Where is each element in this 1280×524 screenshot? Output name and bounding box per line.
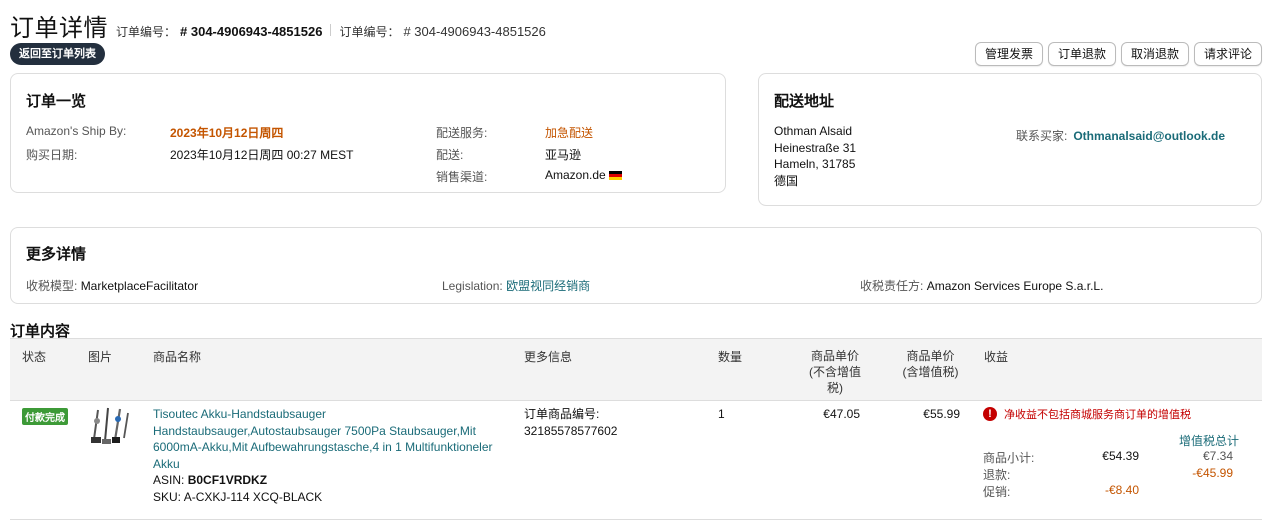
col-product-name: 商品名称 [153,350,202,364]
col-quantity: 数量 [718,350,743,364]
sku: SKU: A-CXKJ-114 XCQ-BLACK [153,489,503,506]
order-actions: 管理发票 订单退款 取消退款 请求评论 [974,42,1262,66]
asin-value: B0CF1VRDKZ [187,473,268,487]
more-info-cell: 订单商品编号: 32185578577602 [524,406,617,439]
tax-party-label: 收税责任方: [860,279,924,293]
col-unit-price-ex-vat: 商品单价 (不含增值 税) [800,348,870,396]
promotion-label: 促销: [983,485,1011,499]
sku-value: A-CXKJ-114 XCQ-BLACK [183,489,323,504]
refund-vat: -€45.99 [1192,466,1233,480]
cancel-refund-button[interactable]: 取消退款 [1120,42,1189,66]
address-block: Othman Alsaid Heinestraße 31 Hameln, 317… [774,123,856,189]
col-revenue: 收益 [984,350,1009,364]
asin-label: ASIN: [153,473,185,487]
more-details-card: 更多详情 收税模型: MarketplaceFacilitator Legisl… [10,227,1262,304]
tax-model-label: 收税模型: [26,279,78,293]
sales-channel-label: 销售渠道: [436,170,488,184]
back-to-order-list-button[interactable]: 返回至订单列表 [10,43,105,65]
more-details-title: 更多详情 [26,246,87,263]
col-status: 状态 [22,350,47,364]
unit-price-ex-vat-value: €47.05 [823,407,860,421]
order-summary-title: 订单一览 [26,93,87,110]
address-city: Hameln, 31785 [774,157,856,171]
fulfillment-label: 配送: [436,148,464,162]
shipping-address-card: 配送地址 Othman Alsaid Heinestraße 31 Hameln… [758,73,1262,206]
recipient-name: Othman Alsaid [774,124,853,138]
ship-by-value: 2023年10月12日周四 [170,126,284,140]
subtotal-vat: €7.34 [1202,449,1233,463]
product-name-link[interactable]: Tisoutec Akku-Handstaubsauger Handstaubs… [153,406,503,472]
order-id-secondary: # 304-4906943-4851526 [403,24,546,39]
shipping-service-label: 配送服务: [436,126,488,140]
asin: ASIN: B0CF1VRDKZ [153,472,503,489]
quantity-value: 1 [718,407,725,421]
page-title: 订单详情 [10,15,108,42]
refund-label: 退款: [983,468,1011,482]
purchase-date-label: 购买日期: [26,148,78,162]
order-contents-table: 状态 图片 商品名称 更多信息 数量 商品单价 (不含增值 税) 商品单价 (含… [10,338,1262,520]
revenue-warning: ! 净收益不包括商城服务商订单的增值税 [983,406,1191,422]
ship-by-label: Amazon's Ship By: [26,124,127,138]
shipping-service-value: 加急配送 [545,126,594,140]
subtotal-row: 商品小计: €54.39 €7.34 [983,449,1233,466]
subtotal-value: €54.39 [1102,449,1139,463]
address-street: Heinestraße 31 [774,140,857,155]
row-divider [10,519,1262,520]
col-unit-price-ex-line3: 税) [827,381,843,395]
request-review-button[interactable]: 请求评论 [1193,42,1262,66]
purchase-date-value: 2023年10月12日周四 00:27 MEST [170,148,354,162]
germany-flag-icon [608,171,622,181]
order-id-label-secondary: 订单编号： [339,25,400,39]
vat-total-link[interactable]: 增值税总计 [1179,432,1239,449]
tax-model: 收税模型: MarketplaceFacilitator [26,277,198,294]
col-unit-price-ex-line1: 商品单价 [810,349,859,363]
unit-price-inc-vat-value: €55.99 [923,407,960,421]
order-id-primary: # 304-4906943-4851526 [180,24,323,39]
shipping-address-title: 配送地址 [774,93,835,110]
contact-buyer: 联系买家: Othmanalsaid@outlook.de [1016,127,1225,144]
subtotal-label: 商品小计: [983,451,1035,465]
product-cell: Tisoutec Akku-Handstaubsauger Handstaubs… [153,406,503,505]
sales-channel-text: Amazon.de [545,168,606,182]
address-country: 德国 [774,173,799,188]
tax-party-value: Amazon Services Europe S.a.r.L. [926,279,1104,293]
contact-buyer-label: 联系买家: [1016,129,1068,143]
col-image: 图片 [88,350,113,364]
order-id-label: 订单编号： [116,25,177,39]
status-badge: 付款完成 [22,408,68,425]
revenue-warning-text: 净收益不包括商城服务商订单的增值税 [1004,409,1191,421]
sku-label: SKU: [153,489,182,504]
col-unit-price-inc-line1: 商品单价 [906,349,955,363]
legislation: Legislation: 欧盟视同经销商 [442,277,590,294]
manage-invoice-button[interactable]: 管理发票 [974,42,1043,66]
refund-order-button[interactable]: 订单退款 [1047,42,1116,66]
legislation-link[interactable]: 欧盟视同经销商 [506,279,590,293]
col-unit-price-ex-line2: (不含增值 [809,365,861,379]
col-unit-price-inc-line2: (含增值税) [902,365,959,379]
refund-row: 退款: -€45.99 [983,466,1233,483]
promotion-value: -€8.40 [1104,483,1139,497]
order-summary-card: 订单一览 Amazon's Ship By: 2023年10月12日周四 购买日… [10,73,726,193]
sales-channel-value: Amazon.de [545,168,622,182]
product-thumbnail-image[interactable] [88,405,132,447]
alert-icon: ! [983,407,997,421]
order-item-id-label: 订单商品编号: [524,407,600,421]
table-header: 状态 图片 商品名称 更多信息 数量 商品单价 (不含增值 税) 商品单价 (含… [10,339,1262,401]
order-item-id-value: 32185578577602 [524,423,618,438]
tax-responsible-party: 收税责任方: Amazon Services Europe S.a.r.L. [860,277,1103,294]
legislation-label: Legislation: [442,279,503,293]
col-more-info: 更多信息 [524,350,573,364]
tax-model-value: MarketplaceFacilitator [80,279,199,293]
fulfillment-value: 亚马逊 [545,148,582,162]
promotion-row: 促销: -€8.40 [983,483,1233,500]
header-divider [330,24,332,36]
col-unit-price-inc-vat: 商品单价 (含增值税) [893,348,968,380]
page-header: 订单详情 订单编号： # 304-4906943-4851526 订单编号： #… [10,8,546,43]
contact-buyer-email-link[interactable]: Othmanalsaid@outlook.de [1073,129,1225,143]
